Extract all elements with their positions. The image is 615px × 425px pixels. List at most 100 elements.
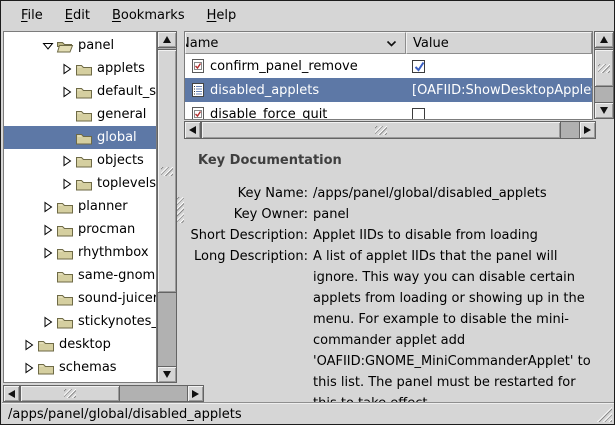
table-vertical-scrollbar[interactable] <box>594 31 614 119</box>
scrollbar-thumb[interactable] <box>20 385 120 402</box>
tree-horizontal-scrollbar[interactable] <box>3 385 204 402</box>
gconf-editor-window: File Edit Bookmarks Help panel applets d… <box>0 0 615 425</box>
menu-help[interactable]: Help <box>196 5 248 26</box>
keys-table: Name Value confirm_panel_remove disabled… <box>184 31 593 120</box>
doc-field-key-name: Key Name: /apps/panel/global/disabled_ap… <box>184 183 612 204</box>
scroll-right-button[interactable] <box>579 121 596 139</box>
key-documentation-panel: Key Documentation Key Name: /apps/panel/… <box>184 141 612 399</box>
folder-open-icon <box>56 39 74 53</box>
folder-icon <box>75 154 93 168</box>
scrollbar-thumb[interactable] <box>594 49 614 87</box>
folder-icon <box>75 177 93 191</box>
tree-item-sound-juicer[interactable]: sound-juicer <box>4 287 156 310</box>
arrow-up-icon <box>163 36 171 43</box>
folder-icon <box>75 108 93 122</box>
grip-icon <box>598 64 610 73</box>
grip-icon <box>64 389 76 398</box>
menu-file[interactable]: File <box>10 5 54 26</box>
table-horizontal-scrollbar[interactable] <box>184 121 596 139</box>
statusbar: /apps/panel/global/disabled_applets <box>2 402 615 425</box>
expander-closed-icon[interactable] <box>22 339 35 351</box>
tree-item-stickynotes[interactable]: stickynotes_applet <box>4 310 156 333</box>
arrow-right-icon <box>584 126 591 134</box>
column-header-value[interactable]: Value <box>406 32 592 54</box>
scrollbar-thumb[interactable] <box>201 121 561 139</box>
arrow-left-icon <box>189 126 196 134</box>
arrow-up-icon <box>600 36 608 43</box>
tree-item-default-setup[interactable]: default_setup <box>4 80 156 103</box>
scroll-left-button[interactable] <box>3 385 20 402</box>
expander-closed-icon[interactable] <box>41 247 54 259</box>
folder-icon <box>56 246 74 260</box>
expander-closed-icon[interactable] <box>60 63 73 75</box>
doc-field-key-owner: Key Owner: panel <box>184 204 612 225</box>
tree-item-desktop[interactable]: desktop <box>4 333 156 356</box>
menu-bookmarks[interactable]: Bookmarks <box>101 5 196 26</box>
expander-closed-icon[interactable] <box>60 155 73 167</box>
scroll-up-button[interactable] <box>157 31 177 48</box>
folder-icon <box>37 361 55 375</box>
tree-item-procman[interactable]: procman <box>4 218 156 241</box>
check-icon <box>413 60 426 73</box>
expander-closed-icon[interactable] <box>60 86 73 98</box>
expander-closed-icon[interactable] <box>41 201 54 213</box>
scroll-left-button[interactable] <box>184 121 201 139</box>
tree-item-panel[interactable]: panel <box>4 34 156 57</box>
menubar: File Edit Bookmarks Help <box>2 2 613 29</box>
menu-edit[interactable]: Edit <box>54 5 101 26</box>
pane-splitter[interactable] <box>177 31 184 383</box>
arrow-left-icon <box>8 390 15 398</box>
tree-item-schemas[interactable]: schemas <box>4 356 156 379</box>
folder-icon <box>56 200 74 214</box>
config-tree: panel applets default_setup general glob… <box>3 31 157 383</box>
folder-icon <box>75 131 93 145</box>
tree-item-toplevels[interactable]: toplevels <box>4 172 156 195</box>
boolean-key-icon <box>190 58 206 74</box>
expander-closed-icon[interactable] <box>22 362 35 374</box>
scroll-down-button[interactable] <box>157 366 177 383</box>
tree-item-global[interactable]: global <box>4 126 156 149</box>
tree-vertical-scrollbar[interactable] <box>157 31 177 383</box>
folder-icon <box>56 223 74 237</box>
value-checkbox[interactable] <box>412 108 425 121</box>
table-row[interactable]: confirm_panel_remove <box>185 54 592 78</box>
value-cell <box>412 102 425 120</box>
folder-icon <box>75 85 93 99</box>
doc-title: Key Documentation <box>184 141 612 168</box>
value-checkbox[interactable] <box>412 60 425 73</box>
folder-icon <box>75 62 93 76</box>
scrollbar-thumb[interactable] <box>157 49 177 293</box>
value-cell: [OAFIID:ShowDesktopApplet] <box>412 78 593 102</box>
grip-icon <box>177 197 184 223</box>
folder-icon <box>56 315 74 329</box>
boolean-key-icon <box>190 106 206 120</box>
folder-icon <box>37 338 55 352</box>
grip-icon <box>375 126 387 135</box>
tree-item-rhythmbox[interactable]: rhythmbox <box>4 241 156 264</box>
table-row[interactable]: disabled_applets [OAFIID:ShowDesktopAppl… <box>185 78 592 102</box>
tree-item-planner[interactable]: planner <box>4 195 156 218</box>
tree-item-objects[interactable]: objects <box>4 149 156 172</box>
expander-closed-icon[interactable] <box>41 316 54 328</box>
folder-icon <box>56 292 74 306</box>
expander-open-icon[interactable] <box>41 40 54 52</box>
value-cell <box>412 54 425 78</box>
tree-item-same-gnome[interactable]: same-gnome <box>4 264 156 287</box>
doc-fields: Key Name: /apps/panel/global/disabled_ap… <box>184 183 612 414</box>
scroll-right-button[interactable] <box>187 385 204 402</box>
table-row[interactable]: disable_force_quit <box>185 102 592 120</box>
scroll-up-button[interactable] <box>594 31 614 48</box>
tree-item-general[interactable]: general <box>4 103 156 126</box>
arrow-down-icon <box>163 371 171 378</box>
scroll-down-button[interactable] <box>594 102 614 119</box>
doc-field-short-description: Short Description: Applet IIDs to disabl… <box>184 225 612 246</box>
statusbar-path: /apps/panel/global/disabled_applets <box>8 407 242 422</box>
tree-item-applets[interactable]: applets <box>4 57 156 80</box>
expander-closed-icon[interactable] <box>60 178 73 190</box>
arrow-down-icon <box>600 107 608 114</box>
column-header-name[interactable]: Name <box>185 32 406 54</box>
folder-icon <box>56 269 74 283</box>
resize-grip[interactable] <box>596 406 612 422</box>
expander-closed-icon[interactable] <box>41 224 54 236</box>
grip-icon <box>161 167 173 176</box>
